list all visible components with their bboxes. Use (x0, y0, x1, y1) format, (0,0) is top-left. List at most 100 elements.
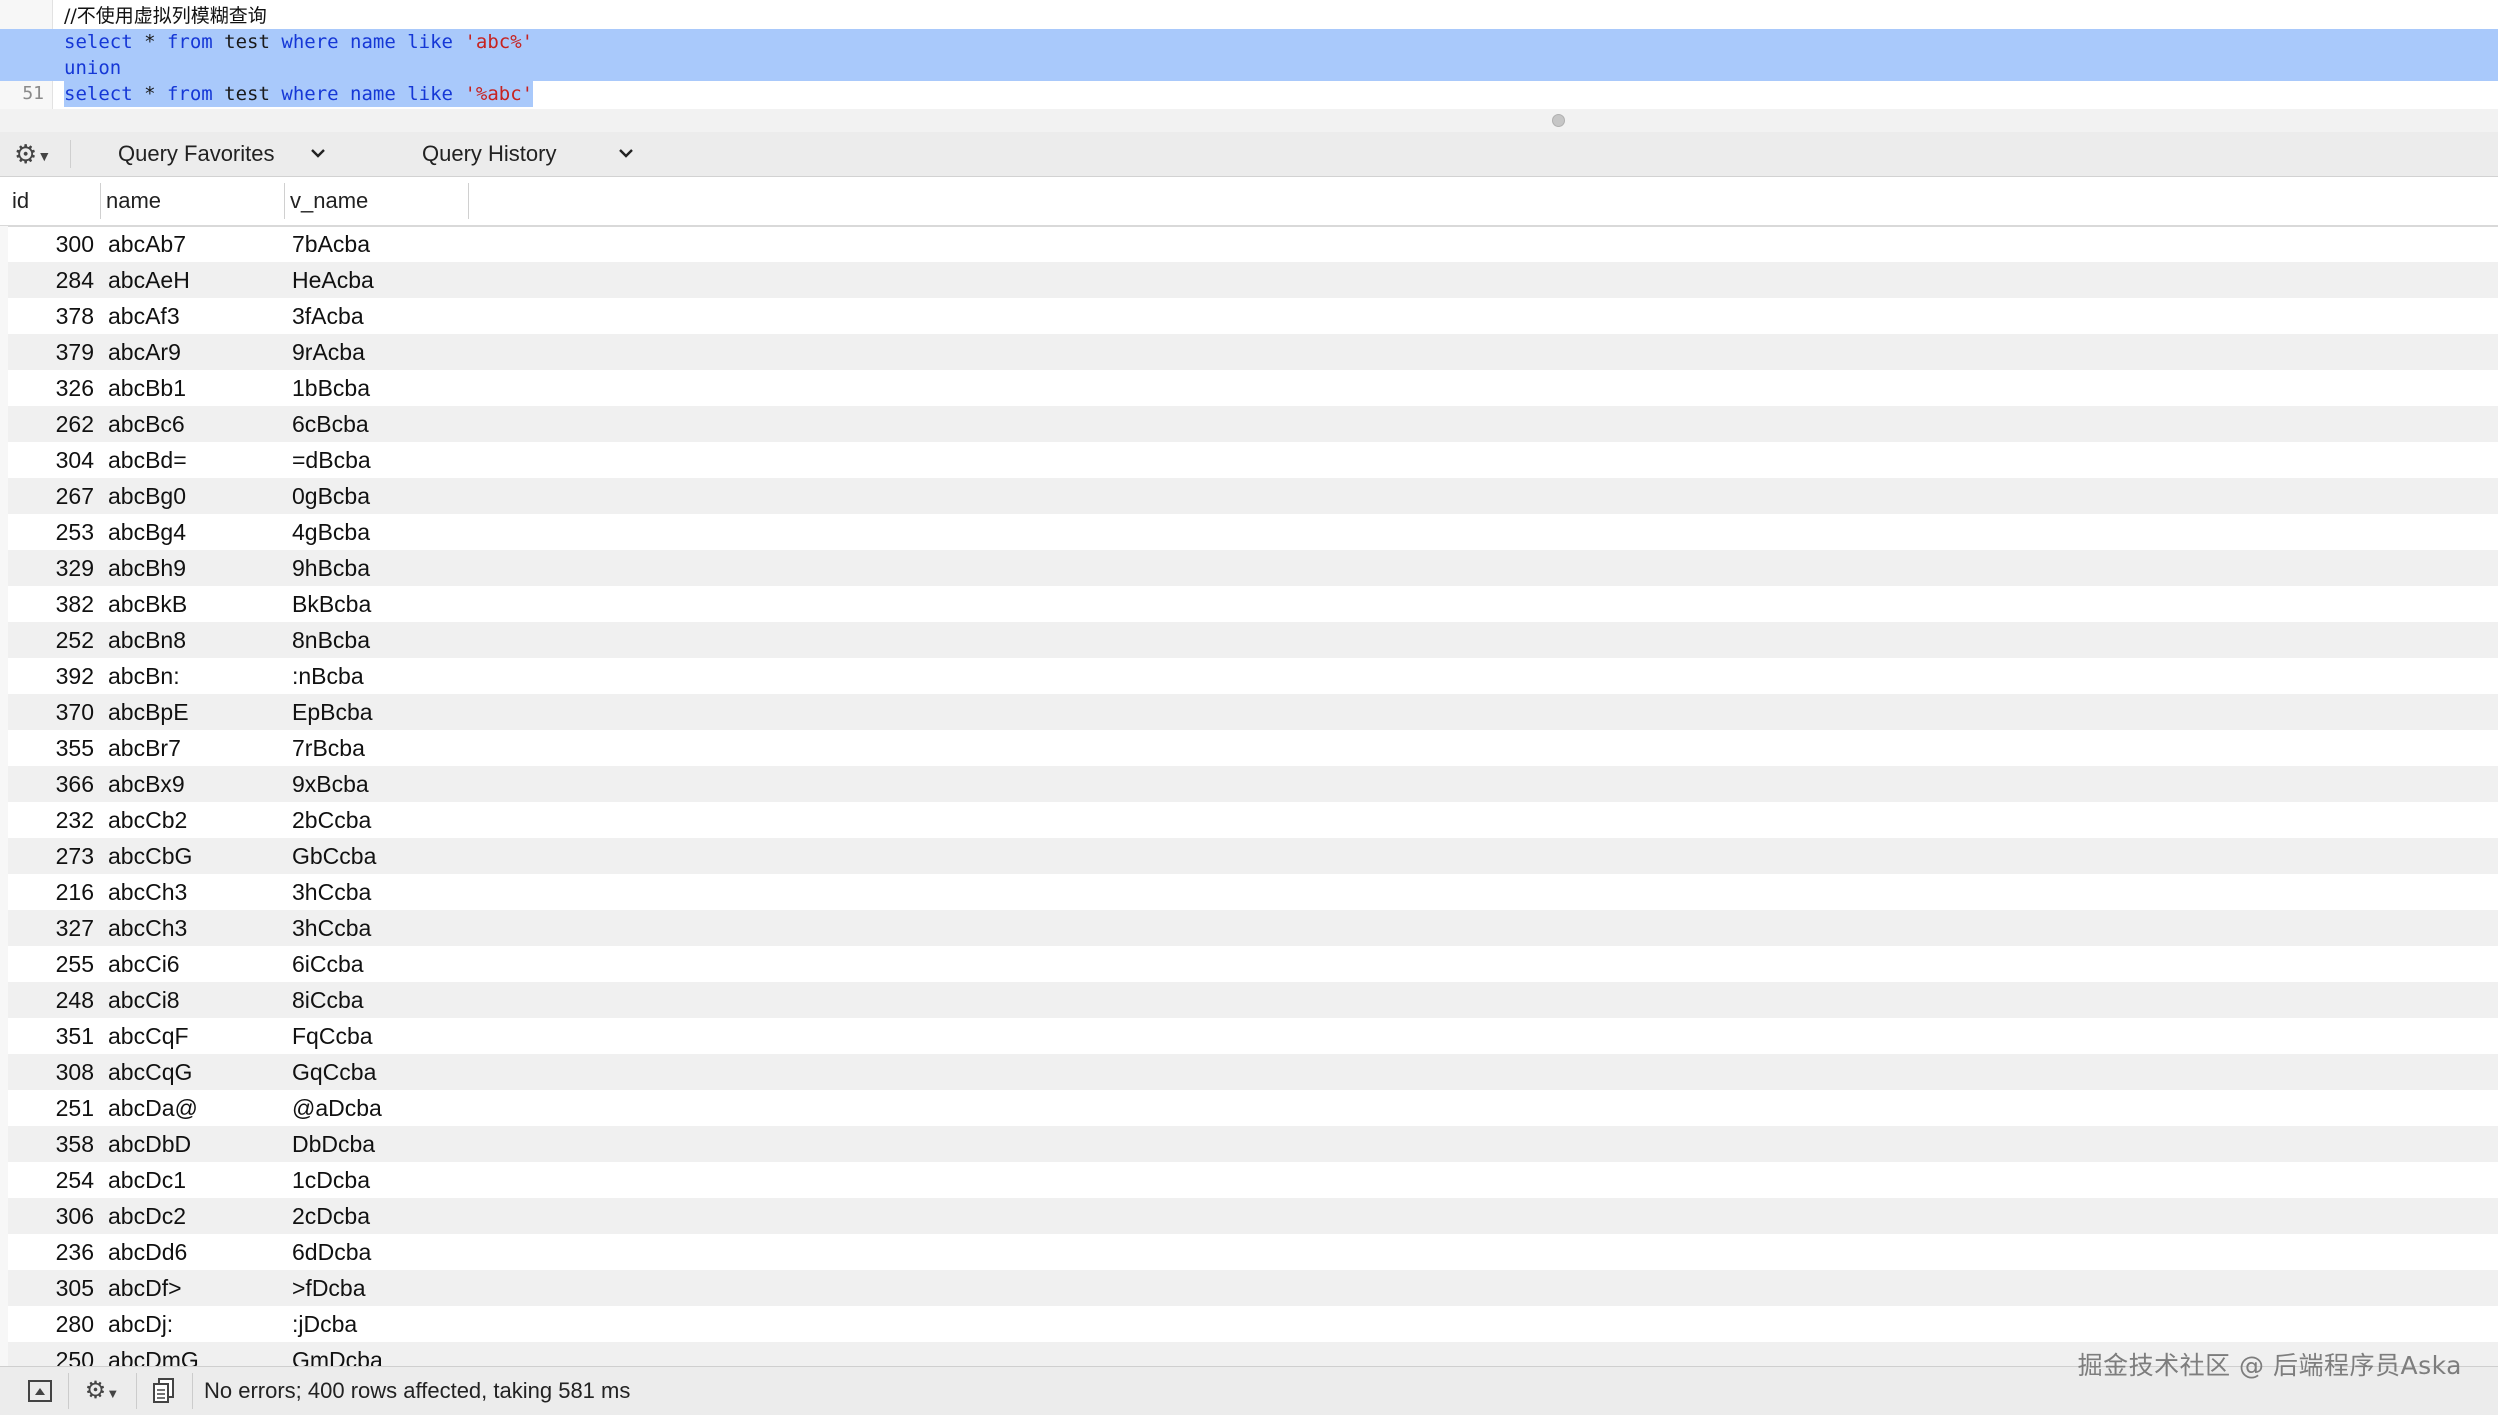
cell-id[interactable]: 308 (8, 1054, 94, 1090)
cell-v-name[interactable]: 1bBcba (292, 370, 370, 406)
table-row[interactable]: 252 abcBn8 8nBcba (0, 622, 2498, 658)
cell-name[interactable]: abcBg0 (108, 478, 186, 514)
cell-v-name[interactable]: 6cBcba (292, 406, 369, 442)
table-row[interactable]: 305 abcDf> >fDcba (0, 1270, 2498, 1306)
cell-id[interactable]: 329 (8, 550, 94, 586)
cell-v-name[interactable]: 8iCcba (292, 982, 364, 1018)
cell-id[interactable]: 267 (8, 478, 94, 514)
cell-name[interactable]: abcDmG (108, 1342, 199, 1366)
cell-v-name[interactable]: 9rAcba (292, 334, 365, 370)
cell-id[interactable]: 382 (8, 586, 94, 622)
cell-name[interactable]: abcCi6 (108, 946, 180, 982)
cell-name[interactable]: abcAf3 (108, 298, 180, 334)
query-favorites-dropdown[interactable]: Query Favorites (118, 132, 338, 176)
cell-v-name[interactable]: 9hBcba (292, 550, 370, 586)
cell-id[interactable]: 358 (8, 1126, 94, 1162)
cell-name[interactable]: abcCqG (108, 1054, 192, 1090)
cell-id[interactable]: 254 (8, 1162, 94, 1198)
table-row[interactable]: 273 abcCbG GbCcba (0, 838, 2498, 874)
table-row[interactable]: 232 abcCb2 2bCcba (0, 802, 2498, 838)
cell-name[interactable]: abcDc2 (108, 1198, 186, 1234)
table-row[interactable]: 284 abcAeH HeAcba (0, 262, 2498, 298)
cell-v-name[interactable]: :nBcba (292, 658, 364, 694)
cell-name[interactable]: abcAeH (108, 262, 190, 298)
cell-id[interactable]: 251 (8, 1090, 94, 1126)
cell-name[interactable]: abcBg4 (108, 514, 186, 550)
cell-id[interactable]: 378 (8, 298, 94, 334)
cell-name[interactable]: abcDd6 (108, 1234, 187, 1270)
table-row[interactable]: 329 abcBh9 9hBcba (0, 550, 2498, 586)
splitter-handle[interactable] (1552, 114, 1565, 127)
editor-results-splitter[interactable] (0, 109, 2498, 133)
cell-name[interactable]: abcDc1 (108, 1162, 186, 1198)
toggle-panel-button[interactable] (20, 1373, 60, 1409)
cell-v-name[interactable]: HeAcba (292, 262, 374, 298)
column-divider[interactable] (468, 183, 469, 219)
cell-v-name[interactable]: >fDcba (292, 1270, 366, 1306)
cell-name[interactable]: abcBh9 (108, 550, 186, 586)
cell-v-name[interactable]: 7rBcba (292, 730, 365, 766)
cell-id[interactable]: 236 (8, 1234, 94, 1270)
table-row[interactable]: 351 abcCqF FqCcba (0, 1018, 2498, 1054)
query-history-dropdown[interactable]: Query History (422, 132, 642, 176)
cell-v-name[interactable]: 2cDcba (292, 1198, 370, 1234)
cell-v-name[interactable]: 2bCcba (292, 802, 371, 838)
cell-name[interactable]: abcDa@ (108, 1090, 198, 1126)
cell-id[interactable]: 306 (8, 1198, 94, 1234)
cell-id[interactable]: 366 (8, 766, 94, 802)
cell-name[interactable]: abcBn: (108, 658, 180, 694)
table-row[interactable]: 378 abcAf3 3fAcba (0, 298, 2498, 334)
cell-id[interactable]: 216 (8, 874, 94, 910)
cell-name[interactable]: abcCqF (108, 1018, 189, 1054)
column-header-id[interactable]: id (12, 177, 29, 225)
column-header-name[interactable]: name (106, 177, 161, 225)
cell-name[interactable]: abcBkB (108, 586, 187, 622)
cell-v-name[interactable]: 3hCcba (292, 910, 371, 946)
code-line-52[interactable]: 52 select * from test where name like '%… (0, 81, 2498, 107)
cell-id[interactable]: 326 (8, 370, 94, 406)
table-row[interactable]: 267 abcBg0 0gBcba (0, 478, 2498, 514)
table-row[interactable]: 366 abcBx9 9xBcba (0, 766, 2498, 802)
cell-id[interactable]: 253 (8, 514, 94, 550)
cell-v-name[interactable]: GmDcba (292, 1342, 383, 1366)
cell-name[interactable]: abcAb7 (108, 226, 186, 262)
table-row[interactable]: 326 abcBb1 1bBcba (0, 370, 2498, 406)
cell-v-name[interactable]: 0gBcba (292, 478, 370, 514)
cell-name[interactable]: abcCbG (108, 838, 192, 874)
cell-v-name[interactable]: =dBcba (292, 442, 371, 478)
cell-id[interactable]: 250 (8, 1342, 94, 1366)
cell-id[interactable]: 351 (8, 1018, 94, 1054)
cell-v-name[interactable]: GqCcba (292, 1054, 376, 1090)
cell-v-name[interactable]: :jDcba (292, 1306, 357, 1342)
cell-id[interactable]: 327 (8, 910, 94, 946)
cell-v-name[interactable]: 7bAcba (292, 226, 370, 262)
cell-id[interactable]: 304 (8, 442, 94, 478)
cell-v-name[interactable]: GbCcba (292, 838, 376, 874)
cell-id[interactable]: 300 (8, 226, 94, 262)
cell-id[interactable]: 305 (8, 1270, 94, 1306)
column-divider[interactable] (284, 183, 285, 219)
table-row[interactable]: 382 abcBkB BkBcba (0, 586, 2498, 622)
cell-name[interactable]: abcCh3 (108, 910, 187, 946)
table-row[interactable]: 358 abcDbD DbDcba (0, 1126, 2498, 1162)
cell-name[interactable]: abcCh3 (108, 874, 187, 910)
table-row[interactable]: 236 abcDd6 6dDcba (0, 1234, 2498, 1270)
sql-editor[interactable]: 49 //不使用虚拟列模糊查询 50 select * from test wh… (0, 0, 2498, 110)
cell-id[interactable]: 255 (8, 946, 94, 982)
cell-v-name[interactable]: FqCcba (292, 1018, 373, 1054)
cell-id[interactable]: 392 (8, 658, 94, 694)
cell-id[interactable]: 262 (8, 406, 94, 442)
cell-v-name[interactable]: 3hCcba (292, 874, 371, 910)
code-line-51[interactable]: 51 union (0, 55, 2498, 104)
cell-name[interactable]: abcAr9 (108, 334, 181, 370)
table-row[interactable]: 392 abcBn: :nBcba (0, 658, 2498, 694)
cell-id[interactable]: 379 (8, 334, 94, 370)
cell-name[interactable]: abcBd= (108, 442, 187, 478)
column-divider[interactable] (100, 183, 101, 219)
cell-name[interactable]: abcCi8 (108, 982, 180, 1018)
cell-v-name[interactable]: 8nBcba (292, 622, 370, 658)
column-header-v-name[interactable]: v_name (290, 177, 368, 225)
table-row[interactable]: 254 abcDc1 1cDcba (0, 1162, 2498, 1198)
cell-id[interactable]: 248 (8, 982, 94, 1018)
code-line-50[interactable]: 50 select * from test where name like 'a… (0, 29, 2498, 78)
